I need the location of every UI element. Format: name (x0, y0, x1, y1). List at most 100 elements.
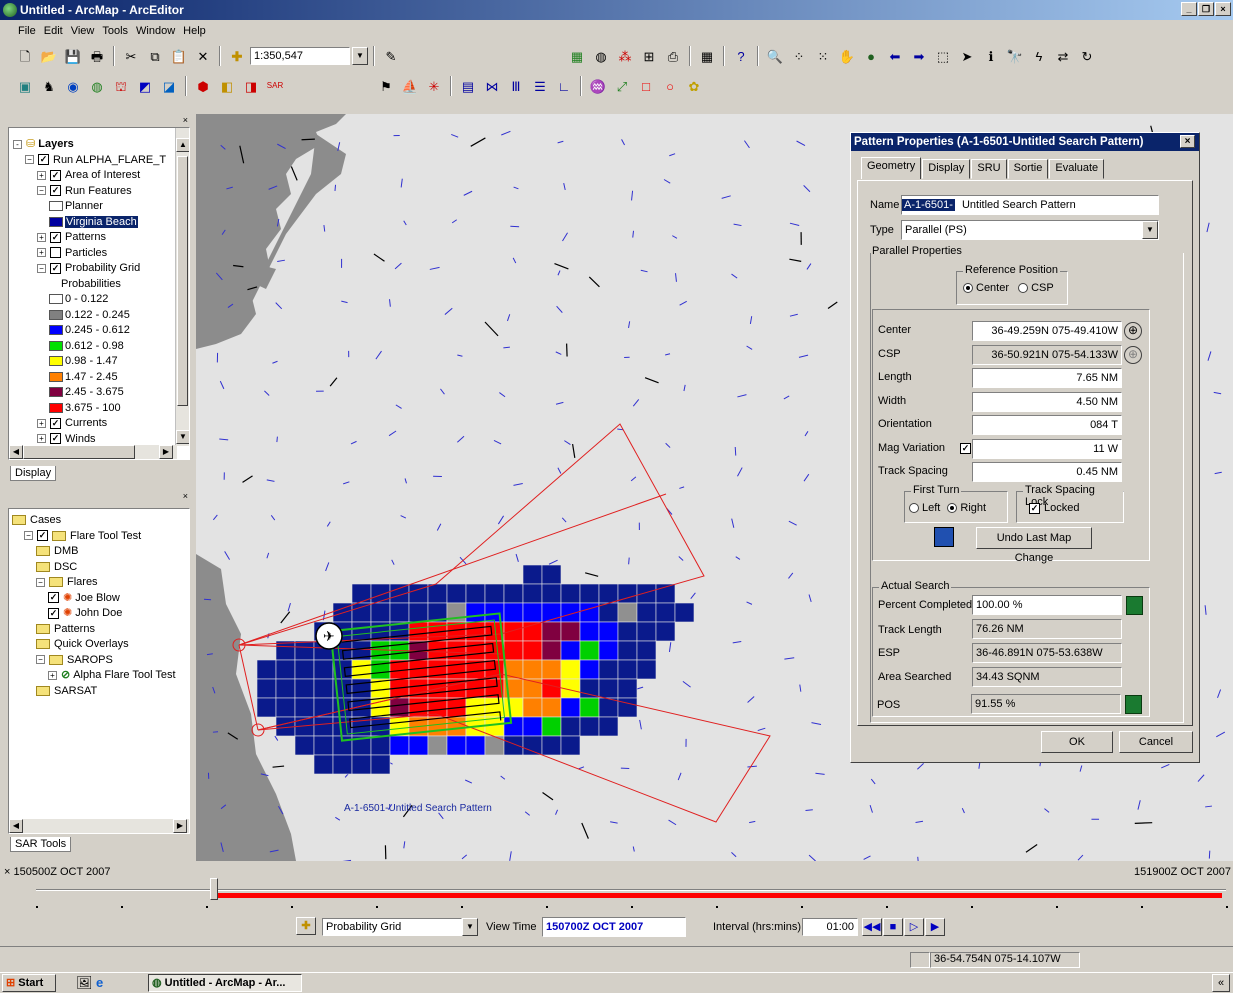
restore-button[interactable]: ❐ (1198, 2, 1214, 16)
time-slider-thumb[interactable] (210, 878, 219, 900)
display-tab[interactable]: Display (10, 466, 57, 481)
print-setup-icon[interactable]: ⎙ (662, 45, 684, 67)
draw-tool-7-icon[interactable]: ☰ (529, 75, 551, 97)
layer-checkbox[interactable]: ✓ (50, 433, 61, 445)
geometry-field-value[interactable]: 36-49.259N 075-49.410W (972, 321, 1122, 341)
sar-tree-item[interactable]: Patterns (12, 622, 189, 638)
delete-icon[interactable]: ✕ (192, 45, 214, 67)
menu-edit[interactable]: Edit (40, 25, 67, 37)
layer-item[interactable]: 2.45 - 3.675 (13, 385, 189, 401)
sar-tree-item[interactable]: Cases (12, 513, 189, 529)
draw-tool-6-icon[interactable]: Ⅲ (505, 75, 527, 97)
stop-button[interactable]: ■ (883, 918, 903, 936)
geometry-field-value[interactable]: 0.45 NM (972, 462, 1122, 482)
gps-icon[interactable]: ▦ (566, 45, 588, 67)
draw-circle-icon[interactable]: ○ (659, 75, 681, 97)
draw-tool-9-icon[interactable]: ♒ (587, 75, 609, 97)
print-icon[interactable]: 🖶 (86, 45, 108, 67)
refresh-icon[interactable]: ↻ (1076, 45, 1098, 67)
open-icon[interactable]: 📂 (38, 45, 60, 67)
layer-select[interactable]: Probability Grid (322, 918, 462, 936)
table-icon[interactable]: ▦ (696, 45, 718, 67)
view-time-field[interactable]: 150700Z OCT 2007 (542, 917, 686, 937)
find-icon[interactable]: 🔭 (1004, 45, 1026, 67)
map-scale-field[interactable]: 1:350,547 (250, 47, 350, 65)
sar-tree-item[interactable]: ✓ ✺ John Doe (12, 606, 189, 622)
tab-sortie[interactable]: Sortie (1007, 159, 1049, 179)
layer-item[interactable]: Probabilities (13, 277, 189, 293)
layer-item[interactable]: − ✓ Run Features (13, 184, 189, 200)
draw-tool-3-icon[interactable]: ✳ (423, 75, 445, 97)
ie-icon[interactable]: e (96, 975, 103, 990)
tab-display[interactable]: Display (922, 159, 971, 179)
add-data-icon[interactable]: ✚ (226, 45, 248, 67)
expand-toggle-icon[interactable]: − (36, 577, 45, 587)
expand-toggle-icon[interactable]: − (36, 655, 45, 665)
sar-close-icon[interactable]: × (183, 491, 188, 501)
layers-close-icon[interactable]: × (183, 115, 188, 125)
zoom-out-fixed-icon[interactable]: ⁘ (788, 45, 810, 67)
tab-evaluate[interactable]: Evaluate (1049, 159, 1105, 179)
calculator-icon[interactable] (1126, 596, 1143, 615)
pick-location-icon[interactable]: ⊕ (1124, 345, 1142, 364)
geometry-field-value[interactable]: 11 W (972, 438, 1122, 459)
sar-tool-3-icon[interactable]: ◉ (62, 75, 84, 97)
sar-tree-item[interactable]: − Flares (12, 575, 189, 591)
cut-icon[interactable]: ✂ (120, 45, 142, 67)
expand-toggle-icon[interactable]: + (37, 248, 46, 258)
layer-item[interactable]: 0.245 - 0.612 (13, 323, 189, 339)
rewind-button[interactable]: ◀◀ (862, 918, 882, 936)
item-checkbox[interactable]: ✓ (37, 530, 48, 542)
close-button[interactable]: × (1215, 2, 1231, 16)
draw-tool-4-icon[interactable]: ▤ (457, 75, 479, 97)
expand-toggle-icon[interactable]: − (24, 531, 33, 541)
taskbar-arcmap[interactable]: ◍ Untitled - ArcMap - Ar... (148, 974, 302, 992)
expand-toggle-icon[interactable]: + (48, 670, 57, 680)
step-button[interactable]: ▷ (904, 918, 924, 936)
hyperlink-icon[interactable]: ϟ (1028, 45, 1050, 67)
forward-icon[interactable]: ➡ (908, 45, 930, 67)
sar-tree-item[interactable]: DSC (12, 560, 189, 576)
start-button[interactable]: ⊞ Start (2, 974, 56, 992)
expand-toggle-icon[interactable]: + (37, 232, 46, 242)
draw-tool-1-icon[interactable]: ⚑ (375, 75, 397, 97)
paste-icon[interactable]: 📋 (168, 45, 190, 67)
layer-item[interactable]: + ✓ Patterns (13, 230, 189, 246)
draw-tool-8-icon[interactable]: ∟ (553, 75, 575, 97)
pos-calculator-icon[interactable] (1125, 695, 1142, 714)
layer-item[interactable]: 0 - 0.122 (13, 292, 189, 308)
sar-tool-4-icon[interactable]: ◍ (86, 75, 108, 97)
expand-toggle-icon[interactable]: − (25, 155, 34, 165)
layer-item[interactable]: + ✓ Currents (13, 416, 189, 432)
menu-file[interactable]: File (14, 25, 40, 37)
select-elements-icon[interactable]: ➤ (956, 45, 978, 67)
layer-checkbox[interactable] (50, 247, 61, 259)
layer-item[interactable]: 3.675 - 100 (13, 401, 189, 417)
sar-tree-item[interactable]: Quick Overlays (12, 637, 189, 653)
minimize-button[interactable]: _ (1181, 2, 1197, 16)
sar-tools-tab[interactable]: SAR Tools (10, 837, 72, 852)
sar-hscroll[interactable]: ◀ ▶ (9, 819, 189, 833)
menu-help[interactable]: Help (179, 25, 210, 37)
mag-variation-checkbox[interactable]: ✓ (960, 442, 971, 454)
interval-field[interactable]: 01:00 (802, 918, 858, 936)
globe-tool-icon[interactable]: ◍ (590, 45, 612, 67)
sar-tool-2-icon[interactable]: ♞ (38, 75, 60, 97)
help-icon[interactable]: ? (730, 45, 752, 67)
csp-radio[interactable] (1018, 283, 1029, 294)
layer-checkbox[interactable]: ✓ (50, 262, 61, 274)
type-dropdown-icon[interactable]: ▼ (1142, 221, 1158, 239)
sar-tool-7-icon[interactable]: ◪ (158, 75, 180, 97)
draw-tool-10-icon[interactable]: ✿ (683, 75, 705, 97)
new-icon[interactable]: 🗋 (14, 45, 36, 67)
layers-root[interactable]: - ⛁ Layers (13, 137, 189, 153)
sar-tool-10-icon[interactable]: ◨ (240, 75, 262, 97)
layer-item[interactable]: 1.47 - 2.45 (13, 370, 189, 386)
layer-dropdown-icon[interactable]: ▼ (462, 918, 478, 936)
sar-tool-1-icon[interactable]: ▣ (14, 75, 36, 97)
layer-item[interactable]: − ✓ Run ALPHA_FLARE_T (13, 153, 189, 169)
sar-tree-item[interactable]: SARSAT (12, 684, 189, 700)
layer-item[interactable]: Virginia Beach (13, 215, 189, 231)
geometry-field-value[interactable]: 084 T (972, 415, 1122, 435)
sar-tree-item[interactable]: − SAROPS (12, 653, 189, 669)
